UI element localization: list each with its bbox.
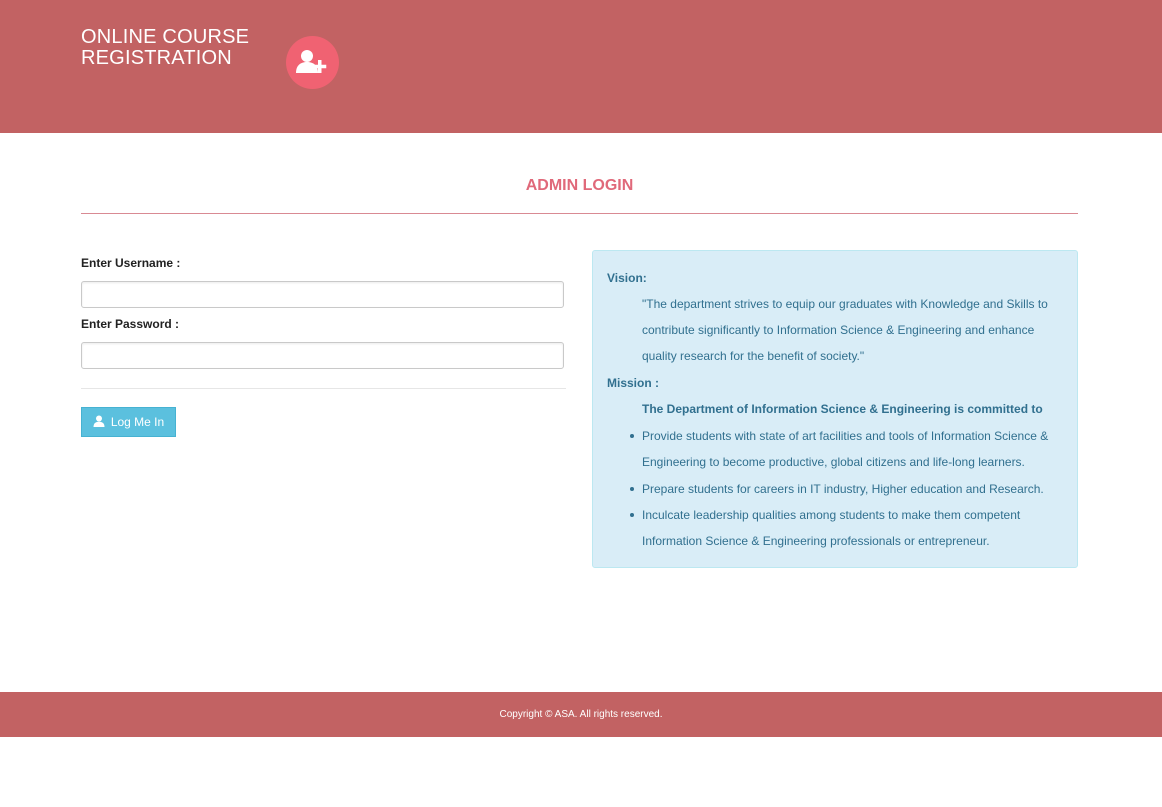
bullet-icon (630, 487, 634, 491)
footer: Copyright © ASA. All rights reserved. (0, 692, 1162, 737)
page-title: ADMIN LOGIN (525, 177, 634, 194)
copyright-text: Copyright © ASA. All rights reserved. (499, 709, 663, 720)
vision-heading: Vision: (607, 271, 647, 285)
user-plus-icon (286, 36, 339, 89)
login-button-label: Log Me In (110, 415, 165, 429)
site-brand[interactable]: ONLINE COURSE REGISTRATION (81, 27, 249, 69)
brand-line-1: ONLINE COURSE (81, 26, 250, 48)
mission-item: Inculcate leadership qualities among stu… (642, 508, 1021, 548)
top-header: ONLINE COURSE REGISTRATION (0, 0, 1162, 133)
user-icon (93, 415, 105, 430)
login-button[interactable]: Log Me In (81, 407, 176, 437)
bullet-icon (630, 434, 634, 438)
brand-line-2: REGISTRATION (81, 47, 232, 69)
mission-intro: The Department of Information Science & … (642, 402, 1043, 416)
title-divider (81, 213, 1078, 214)
password-input[interactable] (81, 342, 564, 369)
mission-item: Prepare students for careers in IT indus… (642, 482, 1044, 496)
bullet-icon (630, 513, 634, 517)
mission-heading: Mission : (607, 376, 660, 390)
username-label: Enter Username : (81, 256, 181, 270)
mission-item: Provide students with state of art facil… (642, 429, 1049, 469)
password-label: Enter Password : (81, 317, 180, 331)
vision-text: "The department strives to equip our gra… (642, 297, 1048, 363)
username-input[interactable] (81, 281, 564, 308)
form-divider (81, 388, 566, 389)
vision-mission-panel: Vision: "The department strives to equip… (592, 250, 1078, 568)
